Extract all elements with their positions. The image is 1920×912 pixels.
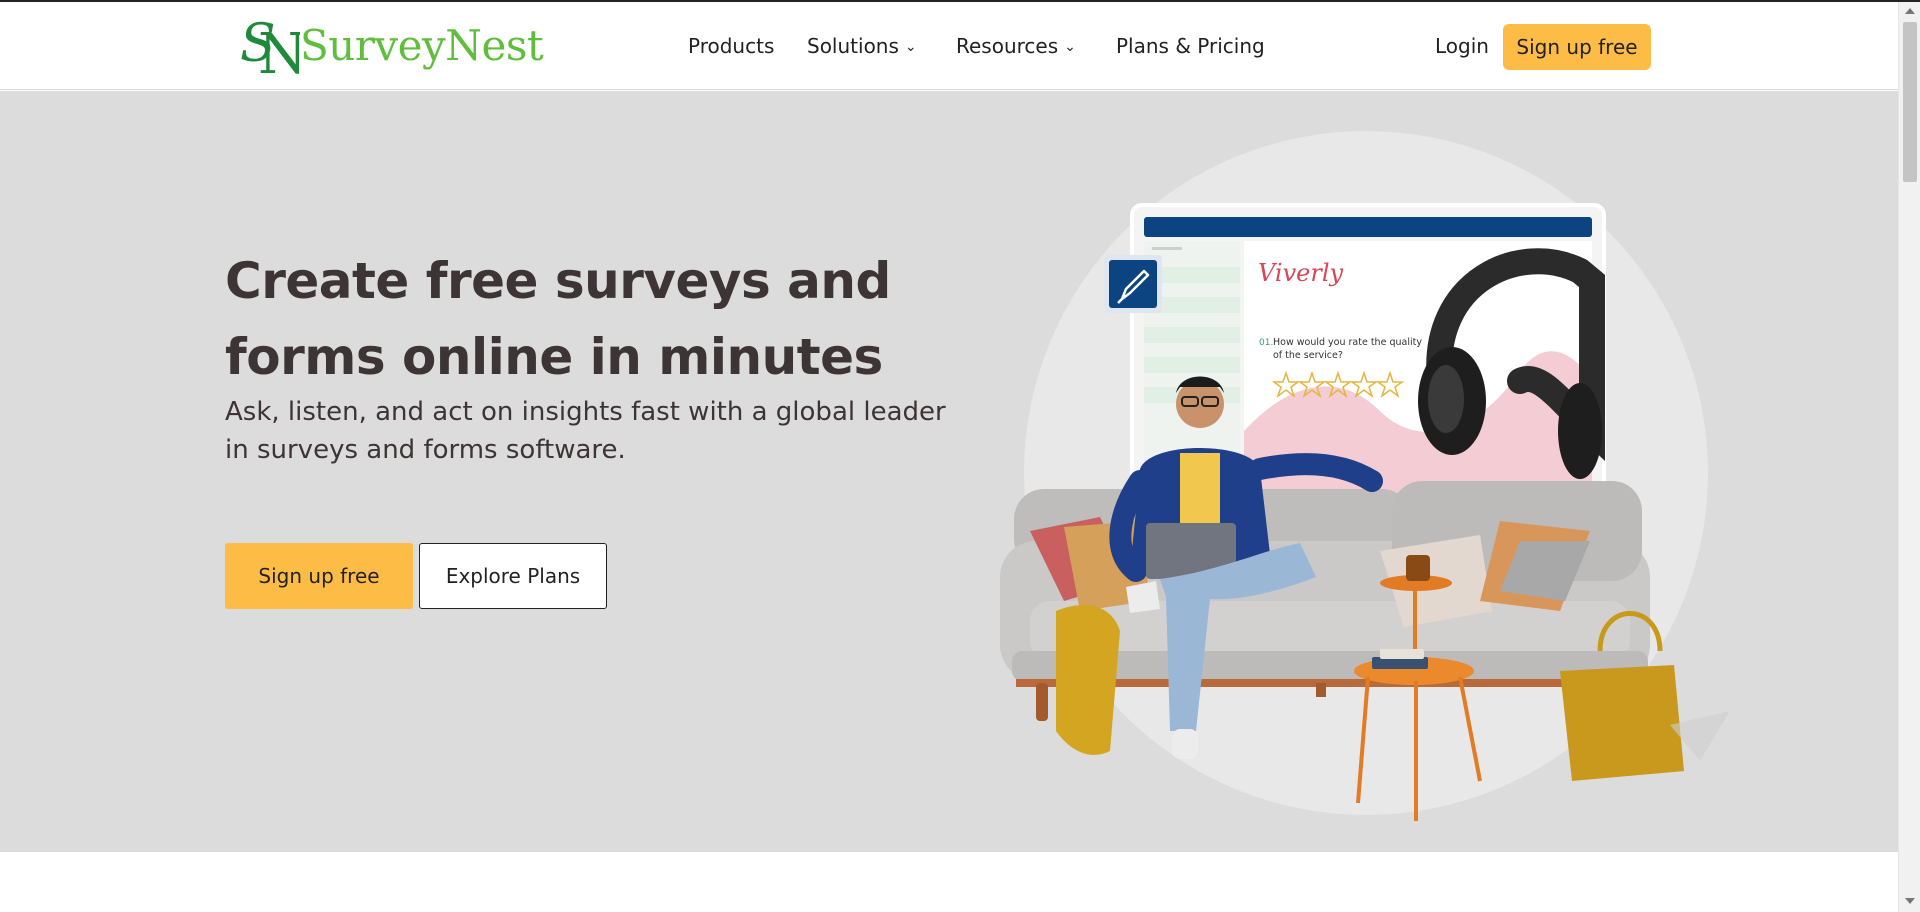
site-header: S N SurveyNest Products Solutions ⌄ Resou… [0,2,1898,90]
scroll-up-arrow-icon[interactable] [1905,8,1915,14]
vertical-scrollbar[interactable] [1898,2,1920,912]
hero-signup-button[interactable]: Sign up free [225,543,413,609]
svg-text:N: N [258,22,300,81]
survey-header-bar [1144,217,1592,237]
hero-title: Create free surveys and forms online in … [225,252,891,386]
monogram-logo-icon: S N [240,14,300,81]
nav-item-plans-pricing[interactable]: Plans & Pricing [1116,2,1265,90]
nav-item-solutions[interactable]: Solutions ⌄ [807,2,917,90]
svg-text:of the service?: of the service? [1273,350,1343,361]
svg-text:01.: 01. [1259,338,1273,348]
explore-plans-button[interactable]: Explore Plans [419,543,607,609]
login-link[interactable]: Login [1435,2,1489,90]
scrollbar-thumb[interactable] [1903,22,1917,182]
brand-logo[interactable]: S N SurveyNest [238,10,544,82]
chevron-down-icon: ⌄ [904,39,917,55]
nav-label: Products [688,34,775,58]
chevron-down-icon: ⌄ [1064,39,1076,55]
nav-label: Plans & Pricing [1116,34,1265,58]
hero-subtitle: Ask, listen, and act on insights fast wi… [225,397,946,465]
header-signup-button[interactable]: Sign up free [1503,24,1651,70]
scroll-down-arrow-icon[interactable] [1905,898,1915,904]
hero-illustration: Viverly 01. How would you rate the quali… [1000,131,1730,821]
nav-item-products[interactable]: Products [688,2,774,90]
svg-text:How would you rate the quality: How would you rate the quality [1273,337,1422,348]
nav-label: Resources [956,34,1059,58]
page: S N SurveyNest Products Solutions ⌄ Resou… [0,0,1920,912]
hero-section: Create free surveys and forms online in … [0,91,1898,852]
nav-label: Solutions [807,34,899,58]
nav-item-resources[interactable]: Resources ⌄ [956,2,1076,90]
survey-brand-logo: Viverly [1258,259,1343,287]
next-section [0,852,1898,912]
brand-name: SurveyNest [300,21,544,70]
